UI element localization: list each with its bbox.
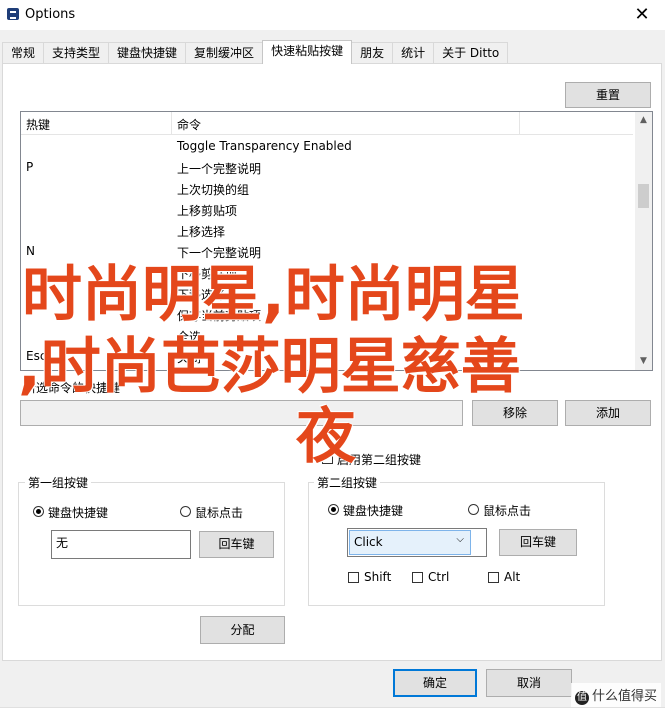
shift-checkbox[interactable]	[348, 572, 359, 583]
selected-command-label: 所选命令的快捷键	[24, 381, 121, 395]
group1-mouse-radio[interactable]	[180, 506, 191, 517]
window-title: Options	[25, 7, 76, 22]
watermark-badge-icon: 值	[574, 691, 589, 705]
list-item[interactable]: Esc 关闭	[21, 346, 633, 367]
group1-keyboard-label: 键盘快捷键	[48, 506, 109, 520]
tab-about[interactable]: 关于 Ditto	[433, 42, 509, 63]
list-item[interactable]: 全选	[21, 325, 633, 346]
alt-checkbox[interactable]	[488, 572, 499, 583]
tab-copy-buffers[interactable]: 复制缓冲区	[185, 42, 264, 63]
group2-keyboard-radio[interactable]	[328, 504, 339, 515]
ctrl-checkbox[interactable]	[412, 572, 423, 583]
group2-keyboard-label: 键盘快捷键	[343, 504, 404, 518]
column-command[interactable]: 命令	[177, 116, 201, 133]
group1-title: 第一组按键	[25, 474, 92, 491]
title-bar: Options ✕	[0, 0, 665, 30]
group2-enter-button[interactable]: 回车键	[499, 529, 577, 556]
select-field: Click ⌵	[349, 530, 471, 555]
group1-hotkey-input[interactable]: 无	[51, 530, 191, 559]
close-icon[interactable]: ✕	[619, 0, 665, 30]
group2-mouse-radio[interactable]	[468, 504, 479, 515]
group1-keyboard-radio[interactable]	[33, 506, 44, 517]
group2-mouse-label: 鼠标点击	[483, 504, 532, 518]
group2-title: 第二组按键	[314, 474, 381, 491]
select-value: Click	[354, 535, 383, 549]
scroll-thumb[interactable]	[638, 184, 649, 208]
ditto-app-icon	[7, 8, 19, 20]
watermark: 值什么值得买	[570, 683, 661, 707]
options-window: Options ✕ 常规 支持类型 键盘快捷键 复制缓冲区 快速粘贴按键 朋友 …	[0, 0, 665, 713]
list-item[interactable]: Toggle Transparency Enabled	[21, 136, 633, 157]
scroll-down-icon[interactable]: ▼	[635, 353, 652, 370]
enable-second-label: 启用第二组按键	[337, 453, 422, 467]
group1-mouse-label: 鼠标点击	[195, 506, 244, 520]
remove-button[interactable]: 移除	[472, 400, 558, 426]
reset-button[interactable]: 重置	[565, 82, 651, 108]
tab-bar: 常规 支持类型 键盘快捷键 复制缓冲区 快速粘贴按键 朋友 统计 关于 Ditt…	[2, 40, 509, 64]
apply-button[interactable]: 分配	[200, 616, 285, 644]
list-item[interactable]: 上移选择	[21, 220, 633, 241]
tab-friends[interactable]: 朋友	[351, 42, 394, 63]
list-item[interactable]: P 上一个完整说明	[21, 157, 633, 178]
selected-command-field	[20, 400, 463, 426]
ok-button[interactable]: 确定	[393, 669, 477, 697]
list-item[interactable]: 保存当前剪贴项	[21, 304, 633, 325]
tab-stats[interactable]: 统计	[392, 42, 435, 63]
add-button[interactable]: 添加	[565, 400, 651, 426]
enable-second-checkbox[interactable]	[322, 453, 333, 464]
chevron-down-icon: ⌵	[456, 534, 464, 545]
alt-label: Alt	[504, 570, 521, 584]
tab-keyboard-shortcuts[interactable]: 键盘快捷键	[108, 42, 187, 63]
list-item[interactable]: 上移剪贴项	[21, 199, 633, 220]
list-item[interactable]: N 下一个完整说明	[21, 241, 633, 262]
list-item[interactable]: 下移选择	[21, 283, 633, 304]
list-scrollbar[interactable]: ▲ ▼	[635, 112, 652, 370]
group1-enter-button[interactable]: 回车键	[199, 531, 274, 558]
scroll-up-icon[interactable]: ▲	[635, 112, 652, 129]
cancel-button[interactable]: 取消	[486, 669, 572, 697]
watermark-text: 什么值得买	[591, 689, 657, 704]
column-hotkey[interactable]: 热键	[26, 116, 50, 133]
tab-quick-paste-keys[interactable]: 快速粘贴按键	[262, 40, 353, 64]
tab-general[interactable]: 常规	[2, 42, 45, 63]
list-item[interactable]: 上次切换的组	[21, 178, 633, 199]
group2-hotkey-select[interactable]: Click ⌵	[347, 528, 487, 557]
list-header: 热键 命令	[21, 112, 633, 135]
shortcut-list[interactable]: 热键 命令 Toggle Transparency Enabled P 上一个完整…	[20, 111, 653, 371]
ctrl-label: Ctrl	[428, 570, 450, 584]
tab-supported-types[interactable]: 支持类型	[43, 42, 110, 63]
list-item[interactable]: 下移剪贴项	[21, 262, 633, 283]
shift-label: Shift	[364, 570, 392, 584]
